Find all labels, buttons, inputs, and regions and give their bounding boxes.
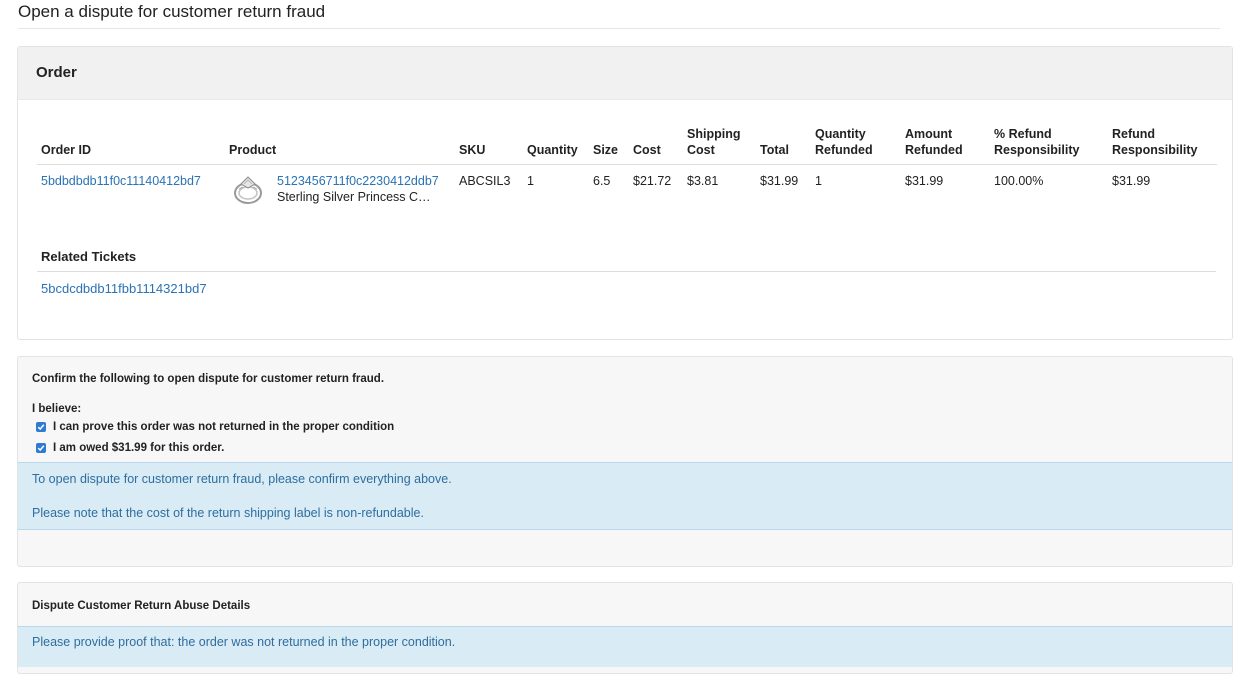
page-title: Open a dispute for customer return fraud — [18, 2, 1220, 29]
confirm-title: Confirm the following to open dispute fo… — [32, 373, 385, 385]
product-cell: 5123456711f0c2230412ddb7 Sterling Silver… — [229, 173, 451, 211]
believe-label: I believe: — [32, 403, 82, 415]
col-pct-refund-responsibility: % Refund Responsibility — [990, 126, 1108, 165]
confirm-panel: Confirm the following to open dispute fo… — [17, 356, 1233, 567]
col-refund-responsibility: Refund Responsibility — [1108, 126, 1217, 165]
cell-amount-refunded: $31.99 — [905, 174, 944, 188]
cell-total: $31.99 — [760, 174, 799, 188]
checkbox-checked[interactable] — [36, 422, 46, 432]
checkmark-icon — [37, 424, 45, 431]
order-table: Order ID Product SKU Quantity Size Cost … — [37, 126, 1217, 217]
related-ticket-link[interactable]: 5bcdcdbdb11fbb1114321bd7 — [41, 281, 207, 296]
product-id-link[interactable]: 5123456711f0c2230412ddb7 — [277, 174, 439, 188]
checkbox-label: I can prove this order was not returned … — [53, 421, 395, 433]
details-info-box: Please provide proof that: the order was… — [18, 626, 1232, 667]
cell-quantity: 1 — [527, 174, 534, 188]
cell-refund-responsibility: $31.99 — [1112, 174, 1151, 188]
info-line: To open dispute for customer return frau… — [32, 472, 452, 486]
info-line: Please note that the cost of the return … — [32, 506, 424, 520]
details-title: Dispute Customer Return Abuse Details — [32, 600, 251, 612]
col-total: Total — [756, 126, 811, 165]
cell-quantity-refunded: 1 — [815, 174, 822, 188]
checkbox-proper-condition[interactable]: I can prove this order was not returned … — [36, 421, 394, 433]
order-id-link[interactable]: 5bdbdbdb11f0c11140412bd7 — [41, 174, 201, 188]
cell-cost: $21.72 — [633, 174, 672, 188]
col-cost: Cost — [629, 126, 683, 165]
col-amount-refunded: Amount Refunded — [901, 126, 990, 165]
col-order-id: Order ID — [37, 126, 225, 165]
order-heading: Order — [18, 47, 1232, 100]
col-product: Product — [225, 126, 455, 165]
checkmark-icon — [37, 445, 45, 452]
checkbox-label: I am owed $31.99 for this order. — [53, 442, 225, 454]
order-panel: Order Order ID Product SKU Quantity Size… — [17, 46, 1233, 340]
cell-sku: ABCSIL3 — [459, 174, 511, 188]
col-sku: SKU — [455, 126, 523, 165]
ring-icon[interactable] — [229, 171, 269, 211]
product-name: Sterling Silver Princess C… — [277, 190, 431, 204]
confirm-info-box: To open dispute for customer return frau… — [18, 462, 1232, 530]
details-info-text: Please provide proof that: the order was… — [32, 635, 456, 649]
col-quantity-refunded: Quantity Refunded — [811, 126, 901, 165]
col-quantity: Quantity — [523, 126, 589, 165]
cell-shipping-cost: $3.81 — [687, 174, 719, 188]
col-size: Size — [589, 126, 629, 165]
cell-pct-refund-responsibility: 100.00% — [994, 174, 1044, 188]
details-panel: Dispute Customer Return Abuse Details Pl… — [17, 582, 1233, 674]
cell-size: 6.5 — [593, 174, 611, 188]
checkbox-amount-owed[interactable]: I am owed $31.99 for this order. — [36, 442, 224, 454]
table-header-row: Order ID Product SKU Quantity Size Cost … — [37, 126, 1217, 165]
col-shipping-cost: Shipping Cost — [683, 126, 756, 165]
table-row: 5bdbdbdb11f0c11140412bd7 5123456711f0c22… — [37, 165, 1217, 218]
checkbox-checked[interactable] — [36, 443, 46, 453]
divider — [37, 271, 1216, 272]
related-tickets-heading: Related Tickets — [41, 249, 137, 264]
